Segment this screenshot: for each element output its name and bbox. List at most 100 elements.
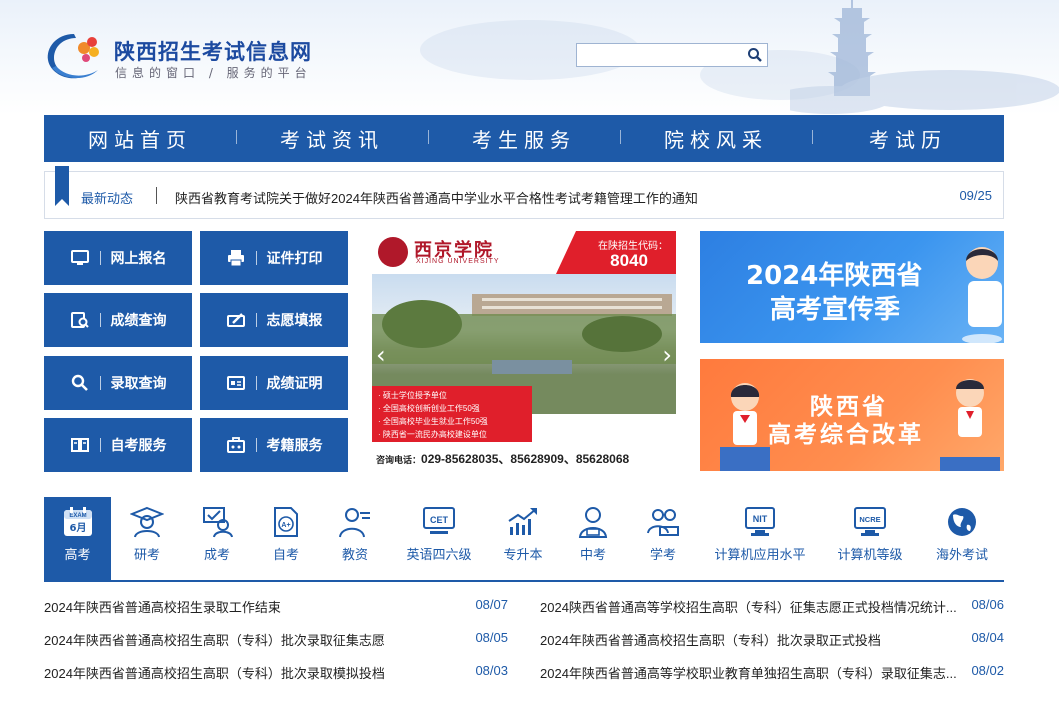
tab-xuekao[interactable]: 学考 [632, 497, 694, 581]
news-item[interactable]: 2024年陕西省普通高校招生录取工作结束 08/07 [44, 597, 508, 617]
site-slogan: 信息的窗口 / 服务的平台 [115, 66, 312, 80]
tab-label: 计算机等级 [837, 547, 903, 562]
calendar-exam-icon: EXAM 6月 [63, 507, 92, 536]
icon-grade-text: A+ [281, 522, 290, 529]
school-highlights: · 硕士学位授予单位 · 全国高校创新创业工作50强 · 全国高校毕业生就业工作… [372, 386, 532, 442]
main-nav: 网站首页 考试资讯 考生服务 院校风采 考试历 [44, 115, 1004, 162]
ncre-icon: NCRE [854, 507, 886, 536]
registry-service-button[interactable]: 考籍服务 [200, 418, 348, 472]
ticker-label: 最新动态 [81, 191, 134, 206]
exam-category-tabs: EXAM 6月 高考 研考 成考 A+ 自考 教资 CET 英语四六级 专升本 … [44, 497, 1004, 582]
news-item[interactable]: 2024年陕西省普通高校招生高职（专科）批次录取模拟投档 08/03 [44, 663, 508, 683]
search-input[interactable] [577, 44, 737, 66]
nav-item-exam-calendar[interactable]: 考试历 [812, 124, 1004, 153]
news-ticker: 最新动态 陕西省教育考试院关于做好2024年陕西省普通高中学业水平合格性考试考籍… [44, 166, 1004, 219]
service-label: 自考服务 [110, 437, 167, 453]
school-phone: 咨询电话：029-85628035、85628909、85628068 [372, 442, 676, 471]
tab-computer-rank[interactable]: NCRE 计算机等级 [830, 497, 910, 581]
banner-title: 2024年陕西省 [746, 261, 923, 291]
teacher-icon [339, 508, 370, 538]
divider [99, 376, 101, 390]
service-label: 考籍服务 [266, 437, 323, 453]
tab-label: 自考 [272, 547, 299, 562]
divider [255, 251, 257, 265]
adult-exam-icon [203, 507, 233, 538]
online-registration-button[interactable]: 网上报名 [44, 231, 192, 285]
briefcase-icon [226, 437, 245, 453]
tab-computer-application[interactable]: NIT 计算机应用水平 [710, 497, 810, 581]
certificate-print-button[interactable]: 证件打印 [200, 231, 348, 285]
news-title: 2024年陕西省普通高校招生高职（专科）批次录取征集志愿 [44, 633, 385, 648]
self-study-service-button[interactable]: 自考服务 [44, 418, 192, 472]
tab-label: 研考 [133, 547, 160, 562]
news-item[interactable]: 2024年陕西省普通高等学校职业教育单独招生高职（专科）录取征集志... 08/… [540, 663, 1004, 683]
nav-item-exam-news[interactable]: 考试资讯 [236, 124, 428, 153]
gaokao-publicity-banner[interactable]: 2024年陕西省 高考宣传季 [700, 231, 1004, 343]
news-title: 2024陕西省普通高等学校招生高职（专科）征集志愿正式投档情况统计... [540, 600, 957, 615]
school-english-name: XIJING UNIVERSITY [416, 258, 500, 265]
promo-carousel[interactable]: 西京学院 XIJING UNIVERSITY 在陕招生代码： 8040 ‹ › … [372, 231, 676, 471]
news-title: 2024年陕西省普通高校招生录取工作结束 [44, 600, 281, 615]
news-title: 2024年陕西省普通高等学校职业教育单独招生高职（专科）录取征集志... [540, 666, 957, 681]
news-date: 08/04 [971, 630, 1004, 645]
book-icon [70, 438, 89, 452]
gaokao-reform-banner[interactable]: 陕西省 高考综合改革 [700, 359, 1004, 471]
highlight-item: · 全国高校毕业生就业工作50强 [378, 417, 488, 426]
highlight-item: · 全国高校创新创业工作50强 [378, 404, 480, 413]
news-date: 08/06 [971, 597, 1004, 612]
news-item[interactable]: 2024陕西省普通高等学校招生高职（专科）征集志愿正式投档情况统计... 08/… [540, 597, 1004, 617]
news-date: 08/07 [475, 597, 508, 612]
tab-label: 专升本 [503, 547, 543, 562]
bookmark-flag-icon [55, 166, 69, 206]
tab-cet[interactable]: CET 英语四六级 [399, 497, 479, 581]
site-header: 陕西招生考试信息网 信息的窗口 / 服务的平台 [0, 0, 1059, 115]
nav-item-home[interactable]: 网站首页 [44, 124, 236, 153]
tab-graduate-exam[interactable]: 研考 [116, 497, 178, 581]
search-icon [71, 374, 88, 391]
school-code: 8040 [610, 251, 648, 270]
banner-subtitle: 高考综合改革 [768, 422, 924, 448]
tab-upgrade-exam[interactable]: 专升本 [492, 497, 554, 581]
tab-adult-exam[interactable]: 成考 [186, 497, 248, 581]
tab-label: 海外考试 [935, 547, 988, 562]
cartoon-girl-icon [720, 383, 770, 471]
news-title: 2024年陕西省普通高校招生高职（专科）批次录取模拟投档 [44, 666, 385, 681]
divider [99, 438, 101, 452]
tab-label: 计算机应用水平 [714, 547, 806, 562]
tab-self-study-exam[interactable]: A+ 自考 [256, 497, 316, 581]
growth-chart-icon [508, 508, 537, 535]
graduate-icon [130, 506, 164, 538]
school-seal-icon [378, 237, 408, 267]
highlight-item: · 陕西省一流民办高校建设单位 [378, 430, 487, 439]
tab-gaokao[interactable]: EXAM 6月 高考 [44, 497, 111, 581]
news-date: 08/03 [475, 663, 508, 678]
admission-query-button[interactable]: 录取查询 [44, 356, 192, 410]
score-query-button[interactable]: 成绩查询 [44, 293, 192, 347]
news-item[interactable]: 2024年陕西省普通高校招生高职（专科）批次录取征集志愿 08/05 [44, 630, 508, 650]
service-label: 志愿填报 [266, 312, 323, 328]
score-certificate-button[interactable]: 成绩证明 [200, 356, 348, 410]
carousel-next-button[interactable]: › [662, 341, 672, 369]
nav-item-student-services[interactable]: 考生服务 [428, 124, 620, 153]
site-logo-icon[interactable] [44, 28, 104, 82]
news-item[interactable]: 2024年陕西省普通高校招生高职（专科）批次录取正式投档 08/04 [540, 630, 1004, 650]
search-icon[interactable] [747, 47, 763, 63]
nav-item-schools[interactable]: 院校风采 [620, 124, 812, 153]
carousel-prev-button[interactable]: ‹ [376, 341, 386, 369]
tab-label: 教资 [341, 547, 368, 562]
monitor-icon [70, 250, 89, 265]
application-fill-button[interactable]: 志愿填报 [200, 293, 348, 347]
divider [99, 251, 101, 265]
ticker-headline-link[interactable]: 陕西省教育考试院关于做好2024年陕西省普通高中学业水平合格性考试考籍管理工作的… [175, 188, 698, 207]
tab-overseas-exam[interactable]: 海外考试 [930, 497, 994, 581]
nit-icon: NIT [745, 507, 775, 536]
site-title[interactable]: 陕西招生考试信息网 [114, 36, 312, 66]
icon-badge-text: NIT [753, 514, 768, 524]
tab-teacher-qualification[interactable]: 教资 [324, 497, 386, 581]
self-study-icon: A+ [274, 507, 298, 537]
highlight-item: · 硕士学位授予单位 [378, 391, 447, 400]
tab-zhongkao[interactable]: 中考 [562, 497, 624, 581]
tab-label: 英语四六级 [406, 547, 472, 562]
news-date: 08/05 [475, 630, 508, 645]
cartoon-boy-icon [940, 379, 1000, 471]
